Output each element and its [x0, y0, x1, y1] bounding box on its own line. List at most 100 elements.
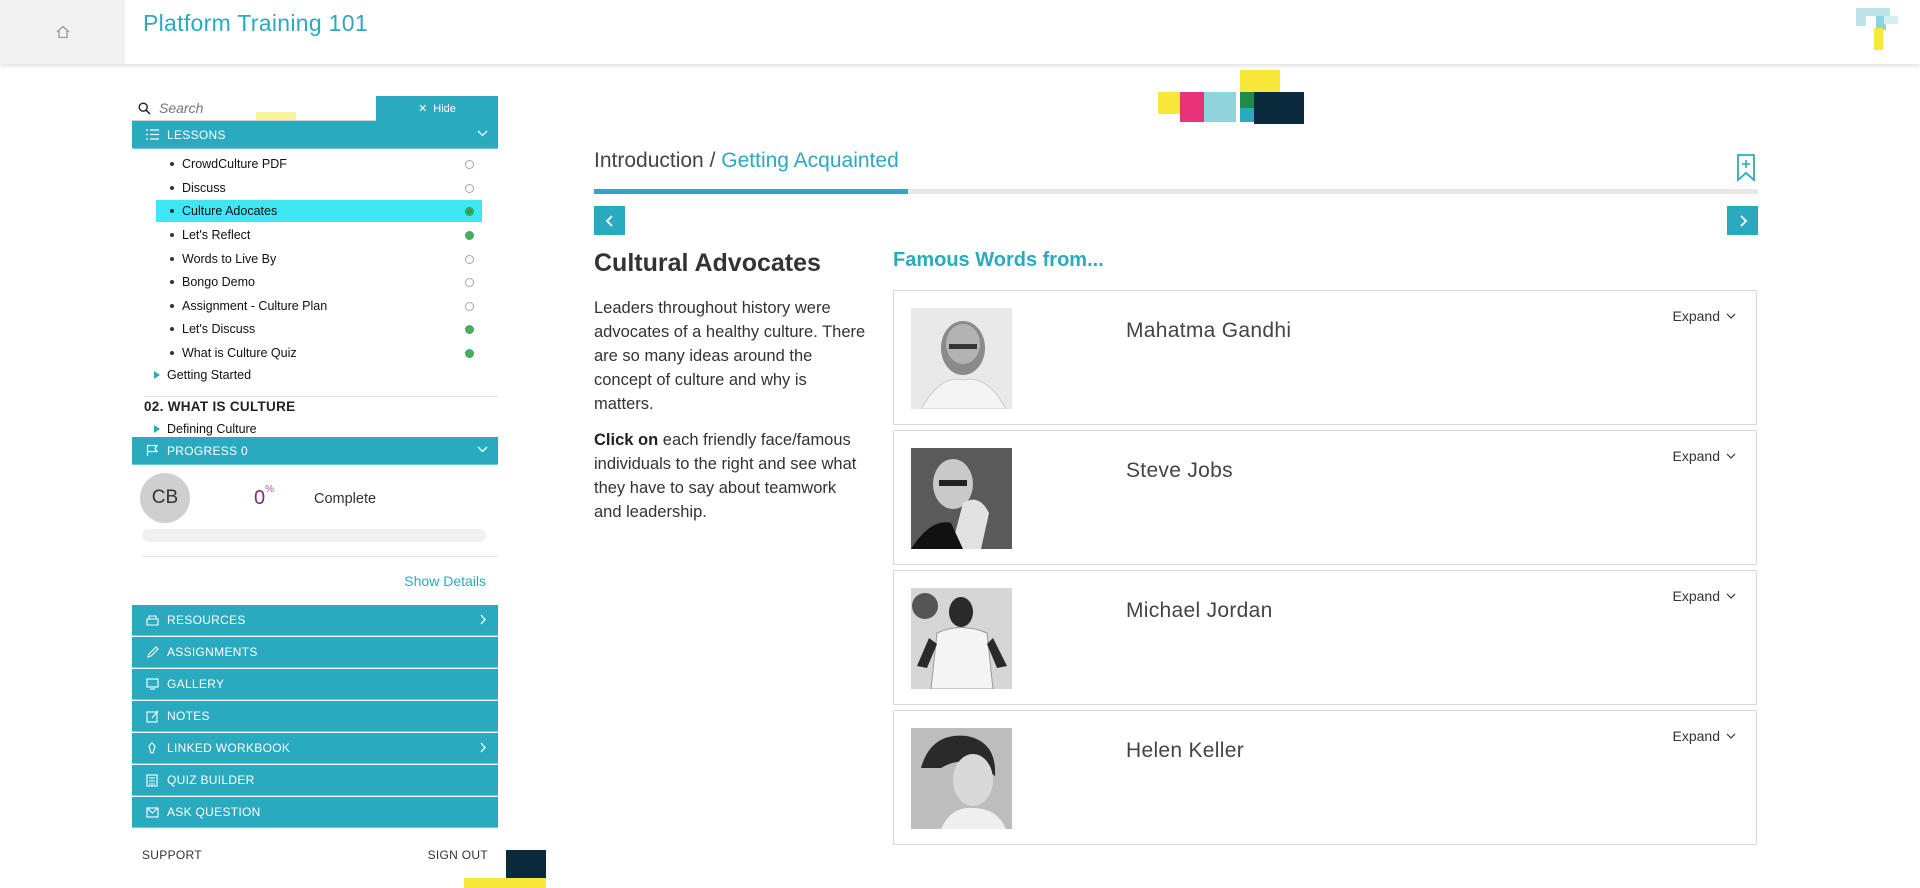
bookmark-add-icon[interactable] [1736, 153, 1756, 183]
lesson-label: Assignment - Culture Plan [182, 299, 328, 313]
lesson-item[interactable]: CrowdCulture PDF [156, 153, 482, 175]
list-icon [144, 127, 160, 143]
section-label: Getting Started [167, 368, 252, 382]
breadcrumb: Introduction / Getting Acquainted [594, 149, 899, 173]
person-name: Michael Jordan [1126, 599, 1273, 622]
tool-gallery[interactable]: GALLERY [132, 669, 498, 700]
chevron-right-icon [480, 742, 486, 753]
search-icon [138, 101, 151, 115]
lessons-list: CrowdCulture PDF Discuss Culture Adocate… [132, 149, 498, 406]
divider [144, 396, 498, 397]
avatar: CB [140, 473, 190, 523]
chevron-down-icon [477, 446, 488, 453]
status-empty-icon [465, 183, 474, 193]
person-photo [911, 308, 1012, 409]
previous-button[interactable] [594, 206, 625, 235]
lesson-item[interactable]: Discuss [156, 177, 482, 199]
lesson-label: What is Culture Quiz [182, 346, 297, 360]
breadcrumb-parent[interactable]: Introduction [594, 149, 704, 172]
lesson-item[interactable]: Let's Reflect [156, 224, 482, 246]
search-box [132, 96, 376, 121]
flag-icon [144, 443, 160, 459]
intro-text: Leaders throughout history were advocate… [594, 299, 866, 413]
sidebar: ✕ Hide LESSONS CrowdCulture PDF Discuss … [132, 96, 498, 829]
status-done-icon [465, 348, 474, 358]
ask-question-icon [144, 804, 160, 820]
tool-label: RESOURCES [167, 613, 246, 627]
famous-words-heading: Famous Words from... [893, 249, 1104, 271]
chevron-down-icon [1726, 313, 1736, 319]
person-photo [911, 448, 1012, 549]
progress-panel: CB 0% Complete Show Details [132, 465, 498, 605]
progress-bar [142, 529, 486, 542]
lesson-item-active[interactable]: Culture Adocates [156, 200, 482, 222]
person-card[interactable]: Steve Jobs Expand [893, 430, 1757, 565]
lesson-item[interactable]: Bongo Demo [156, 271, 482, 293]
lesson-item[interactable]: Words to Live By [156, 248, 482, 270]
expand-button[interactable]: Expand [1673, 728, 1736, 744]
tool-label: ASK QUESTION [167, 805, 261, 819]
hide-sidebar-button[interactable]: ✕ Hide [376, 96, 498, 121]
divider [142, 556, 498, 557]
search-input[interactable] [159, 100, 359, 116]
expand-button[interactable]: Expand [1673, 588, 1736, 604]
decorative-color-blocks [1158, 70, 1304, 124]
breadcrumb-separator: / [709, 149, 716, 172]
status-done-icon [465, 230, 474, 240]
brand-logo-icon [1856, 8, 1898, 50]
gallery-icon [144, 676, 160, 692]
footer-links: SUPPORT SIGN OUT [142, 848, 488, 862]
progress-header[interactable]: PROGRESS 0 [132, 437, 498, 465]
person-card[interactable]: Michael Jordan Expand [893, 570, 1757, 705]
tool-linked-workbook[interactable]: LINKED WORKBOOK [132, 733, 498, 764]
search-row: ✕ Hide [132, 96, 498, 121]
lesson-item[interactable]: Assignment - Culture Plan [156, 295, 482, 317]
chevron-left-icon [605, 214, 613, 227]
chevron-down-icon [477, 130, 488, 137]
workbook-icon [144, 740, 160, 756]
show-details-link[interactable]: Show Details [404, 573, 486, 589]
tool-notes[interactable]: NOTES [132, 701, 498, 732]
lesson-item[interactable]: Let's Discuss [156, 318, 482, 340]
triangle-right-icon [154, 371, 160, 379]
tool-quiz-builder[interactable]: QUIZ BUILDER [132, 765, 498, 796]
complete-label: Complete [314, 491, 377, 507]
tool-label: GALLERY [167, 677, 225, 691]
lesson-item[interactable]: What is Culture Quiz [156, 342, 482, 364]
status-empty-icon [465, 277, 474, 287]
tools-menu: RESOURCES ASSIGNMENTS GALLERY NOTES LINKED W… [132, 605, 498, 828]
people-cards: Mahatma Gandhi Expand Steve Jobs Expand … [893, 290, 1757, 850]
sign-out-link[interactable]: SIGN OUT [428, 848, 488, 862]
quiz-builder-icon [144, 772, 160, 788]
lesson-label: Let's Reflect [182, 228, 251, 242]
tool-assignments[interactable]: ASSIGNMENTS [132, 637, 498, 668]
close-icon: ✕ [418, 103, 428, 115]
section-getting-started[interactable]: Getting Started [154, 368, 251, 382]
tool-resources[interactable]: RESOURCES [132, 605, 498, 636]
person-card[interactable]: Mahatma Gandhi Expand [893, 290, 1757, 425]
chevron-down-icon [1726, 733, 1736, 739]
person-card[interactable]: Helen Keller Expand [893, 710, 1757, 845]
person-photo [911, 728, 1012, 829]
lessons-header[interactable]: LESSONS [132, 121, 498, 149]
hide-label: Hide [433, 102, 456, 115]
next-button[interactable] [1727, 206, 1758, 235]
tool-label: LINKED WORKBOOK [167, 741, 291, 755]
lesson-label: CrowdCulture PDF [182, 157, 287, 171]
status-current-icon [465, 206, 474, 216]
home-button[interactable] [0, 0, 125, 64]
lesson-label: Words to Live By [182, 252, 277, 266]
lesson-label: Discuss [182, 181, 226, 195]
support-link[interactable]: SUPPORT [142, 848, 202, 862]
breadcrumb-current: Getting Acquainted [721, 149, 899, 172]
status-empty-icon [465, 301, 474, 311]
section-defining-culture[interactable]: Defining Culture [154, 422, 257, 436]
person-photo [911, 588, 1012, 689]
expand-button[interactable]: Expand [1673, 308, 1736, 324]
lesson-label: Bongo Demo [182, 275, 255, 289]
expand-button[interactable]: Expand [1673, 448, 1736, 464]
lesson-label: Let's Discuss [182, 322, 256, 336]
tool-ask-question[interactable]: ASK QUESTION [132, 797, 498, 828]
lesson-progress-fill [594, 189, 909, 194]
person-name: Steve Jobs [1126, 459, 1233, 482]
